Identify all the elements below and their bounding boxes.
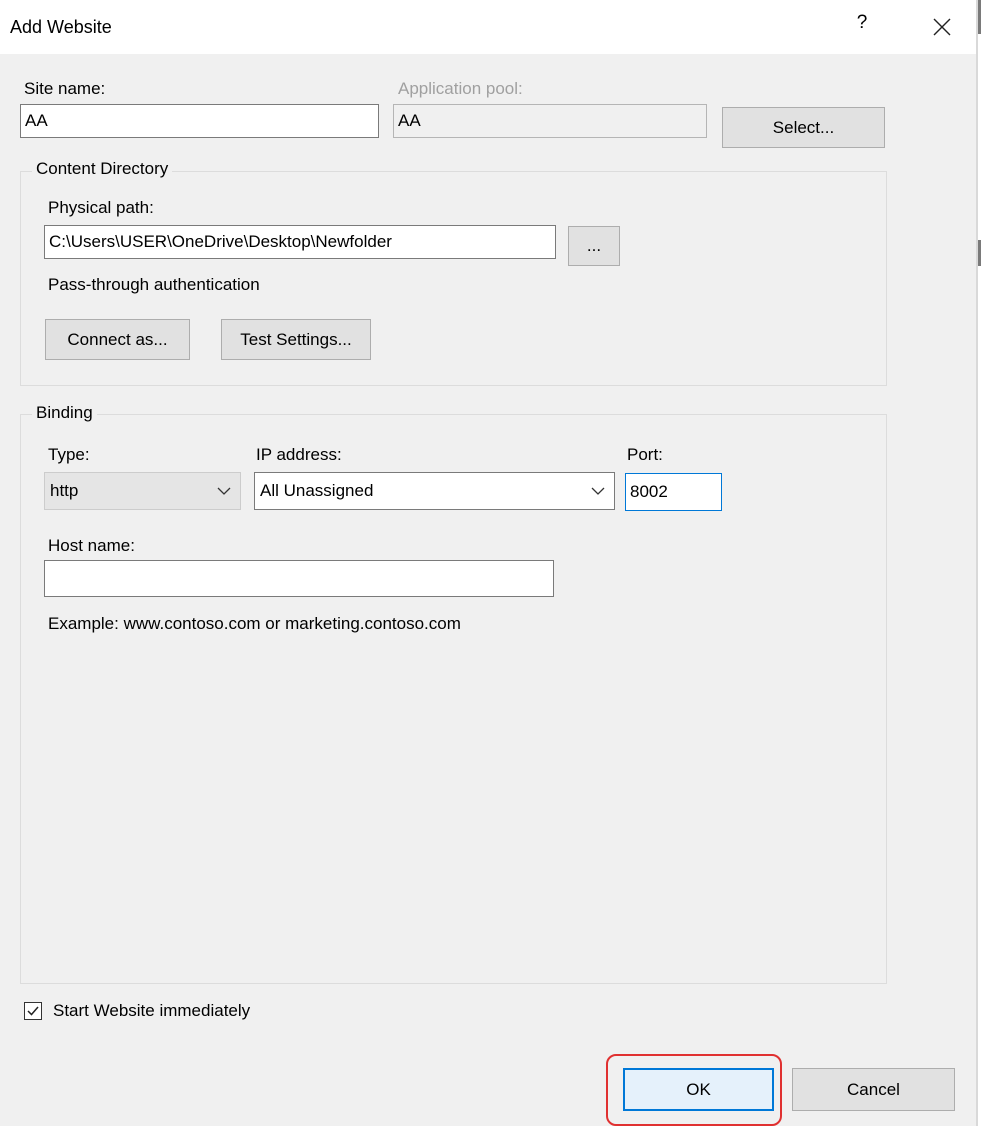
ip-address-value: All Unassigned xyxy=(260,481,374,500)
title-bar: Add Website ? xyxy=(0,0,976,54)
application-pool-field xyxy=(393,104,707,138)
start-website-checkbox[interactable] xyxy=(24,1002,42,1020)
dialog-body: Site name: Application pool: Select... C… xyxy=(0,54,976,1126)
select-app-pool-button[interactable]: Select... xyxy=(722,107,885,148)
type-value: http xyxy=(50,481,79,500)
site-name-input[interactable] xyxy=(20,104,379,138)
close-icon xyxy=(933,18,951,36)
type-dropdown[interactable]: http xyxy=(44,472,241,510)
connect-as-button[interactable]: Connect as... xyxy=(45,319,190,360)
edge-mark xyxy=(978,240,981,266)
physical-path-label: Physical path: xyxy=(48,198,154,217)
help-button[interactable]: ? xyxy=(852,12,872,40)
chevron-down-icon xyxy=(217,487,231,495)
host-name-input[interactable] xyxy=(44,560,554,597)
ip-address-dropdown[interactable]: All Unassigned xyxy=(254,472,615,510)
browse-path-button[interactable]: ... xyxy=(568,226,620,266)
application-pool-label: Application pool: xyxy=(398,79,523,98)
close-button[interactable] xyxy=(928,10,956,42)
site-name-label: Site name: xyxy=(24,79,106,98)
binding-title: Binding xyxy=(32,403,97,423)
physical-path-input[interactable] xyxy=(44,225,556,259)
window-edge xyxy=(976,0,986,1126)
test-settings-button[interactable]: Test Settings... xyxy=(221,319,371,360)
type-label: Type: xyxy=(48,445,90,464)
chevron-down-icon xyxy=(591,487,605,495)
pass-through-auth-label: Pass-through authentication xyxy=(48,275,260,294)
host-name-example: Example: www.contoso.com or marketing.co… xyxy=(48,614,461,633)
content-directory-title: Content Directory xyxy=(32,159,173,179)
host-name-label: Host name: xyxy=(48,536,135,555)
start-website-label: Start Website immediately xyxy=(53,1001,251,1020)
port-input[interactable] xyxy=(625,473,722,511)
edge-mark xyxy=(978,0,981,34)
window-title: Add Website xyxy=(10,17,112,37)
port-label: Port: xyxy=(627,445,663,464)
ok-button[interactable]: OK xyxy=(623,1068,774,1111)
ip-address-label: IP address: xyxy=(256,445,342,464)
checkmark-icon xyxy=(27,1006,39,1016)
edge-line xyxy=(976,0,978,1126)
cancel-button[interactable]: Cancel xyxy=(792,1068,955,1111)
